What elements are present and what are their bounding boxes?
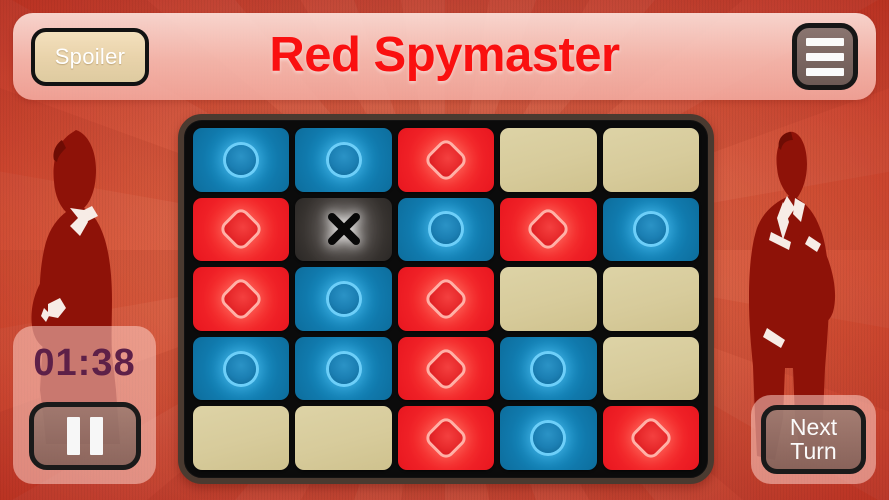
diamond-glyph <box>631 419 670 458</box>
next-turn-label-line1: Next <box>789 414 838 441</box>
card-tile[interactable] <box>397 267 495 331</box>
card-tile[interactable] <box>500 128 597 192</box>
diamond-glyph <box>426 279 466 319</box>
circle-glyph <box>533 423 564 454</box>
menu-bar-1 <box>806 37 844 46</box>
timer-panel: 01:38 <box>13 326 156 484</box>
card-tile[interactable] <box>295 267 392 331</box>
circle-glyph <box>226 353 257 384</box>
diamond-glyph <box>222 210 261 249</box>
timer-value: 01:38 <box>33 342 136 384</box>
card-tile[interactable] <box>193 197 290 262</box>
card-tile[interactable] <box>397 336 495 401</box>
circle-glyph <box>430 214 461 245</box>
x-glyph <box>323 208 365 250</box>
top-header-bar: Spoiler Red Spymaster <box>13 13 876 100</box>
diamond-glyph <box>426 349 466 388</box>
circle-glyph <box>328 353 359 384</box>
card-tile[interactable] <box>193 406 290 470</box>
page-title: Red Spymaster <box>269 28 620 82</box>
card-tile[interactable] <box>295 406 392 470</box>
card-tile[interactable] <box>397 128 495 192</box>
pause-bar-1 <box>67 417 80 455</box>
card-tile[interactable] <box>500 406 597 470</box>
card-tile[interactable] <box>602 197 699 262</box>
hamburger-menu-icon[interactable] <box>792 23 858 90</box>
card-tile[interactable] <box>295 128 392 192</box>
card-grid <box>193 128 699 470</box>
card-tile[interactable] <box>193 267 290 331</box>
card-tile[interactable] <box>295 197 392 262</box>
circle-glyph <box>328 144 359 175</box>
card-tile[interactable] <box>602 406 699 470</box>
menu-bar-3 <box>806 67 844 76</box>
game-board <box>178 114 714 484</box>
diamond-glyph <box>426 419 466 458</box>
card-tile[interactable] <box>193 336 290 401</box>
circle-glyph <box>635 214 666 245</box>
card-tile[interactable] <box>602 128 699 192</box>
card-tile[interactable] <box>602 336 699 401</box>
pause-bar-2 <box>90 417 103 455</box>
card-tile[interactable] <box>193 128 290 192</box>
card-tile[interactable] <box>602 267 699 331</box>
next-turn-panel: Next Turn <box>751 395 876 484</box>
diamond-glyph <box>222 279 261 319</box>
circle-glyph <box>328 283 359 314</box>
card-tile[interactable] <box>500 336 597 401</box>
pause-button[interactable] <box>29 402 141 470</box>
circle-glyph <box>533 353 564 384</box>
card-tile[interactable] <box>397 406 495 470</box>
diamond-glyph <box>529 210 568 249</box>
diamond-glyph <box>426 140 466 179</box>
card-tile[interactable] <box>397 197 495 262</box>
circle-glyph <box>226 144 257 175</box>
card-tile[interactable] <box>500 197 597 262</box>
menu-bar-2 <box>806 52 844 61</box>
next-turn-label-line2: Turn <box>790 437 837 464</box>
card-tile[interactable] <box>295 336 392 401</box>
card-tile[interactable] <box>500 267 597 331</box>
next-turn-button[interactable]: Next Turn <box>761 405 866 474</box>
